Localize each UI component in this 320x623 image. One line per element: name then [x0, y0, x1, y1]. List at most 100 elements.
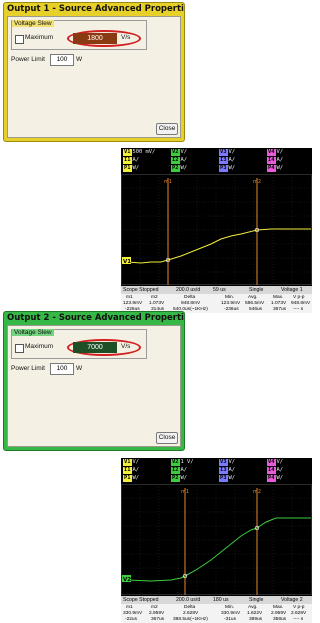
channel-scale: V/	[276, 459, 284, 465]
trace-channel-label: V1	[123, 259, 131, 265]
waveform-svg: m1 m2 V1	[121, 174, 312, 285]
channel-i1-setting[interactable]: I1 A/	[123, 157, 139, 164]
channel-tag: P3	[219, 165, 228, 172]
slew-rate-input[interactable]: 7000	[73, 342, 117, 353]
channel-tag: I3	[219, 467, 228, 474]
trace-channel-label: V2	[123, 577, 131, 583]
marker-2-label: m2	[253, 489, 261, 495]
channel-v2-setting[interactable]: V2 1 V/	[171, 459, 193, 466]
slew-unit: V/s	[121, 34, 131, 41]
channel-scale: W/	[276, 475, 284, 481]
channel-i4-setting[interactable]: I4 A/	[267, 157, 283, 164]
channel-p2-setting[interactable]: P2 W/	[171, 475, 187, 482]
channel-tag: I2	[171, 157, 180, 164]
timebase[interactable]: 200.0 us/d	[176, 286, 200, 294]
channel-tag: P2	[171, 165, 180, 172]
dialog-body: Voltage Slew Maximum 7000 V/s Power Limi…	[7, 325, 181, 447]
channel-scale: W/	[276, 165, 284, 171]
channel-tag: V2	[171, 149, 180, 156]
time-vpp: ---- s	[293, 307, 304, 312]
channel-i1-setting[interactable]: I1 A/	[123, 467, 139, 474]
power-limit-input[interactable]: 100	[50, 363, 74, 375]
trigger-mode[interactable]: Single	[249, 596, 263, 604]
channel-scale: V/	[180, 149, 188, 155]
channel-p4-setting[interactable]: P4 W/	[267, 165, 283, 172]
measurement-times: -22us 367us 388.5us(~1KHz) -31us 389us 3…	[121, 617, 312, 623]
channel-i2-setting[interactable]: I2 A/	[171, 157, 187, 164]
channel-v1-setting[interactable]: V1 V/	[123, 459, 139, 466]
waveform-plot: m1 m2 V2	[121, 484, 312, 595]
voltage-slew-label: Voltage Slew	[12, 329, 54, 336]
dialog-title: Output 2 - Source Advanced Properties	[7, 313, 185, 323]
channel-v4-setting[interactable]: V4 V/	[267, 459, 283, 466]
channel-p2-setting[interactable]: P2 W/	[171, 165, 187, 172]
channel-tag: V4	[267, 459, 276, 466]
channel-scale: V/	[132, 459, 140, 465]
channel-i4-setting[interactable]: I4 A/	[267, 467, 283, 474]
channel-p1-setting[interactable]: P1 W/	[123, 475, 139, 482]
trigger-mode[interactable]: Single	[249, 286, 263, 294]
channel-p3-setting[interactable]: P3 W/	[219, 165, 235, 172]
channel-i2-setting[interactable]: I2 A/	[171, 467, 187, 474]
channel-scale: V/	[276, 149, 284, 155]
channel-scale: W/	[228, 165, 236, 171]
marker-2-label: m2	[253, 179, 261, 185]
timebase[interactable]: 200.0 us/d	[176, 596, 200, 604]
channel-v2-setting[interactable]: V2 V/	[171, 149, 187, 156]
channel-scale: A/	[132, 157, 140, 163]
channel-tag: P1	[123, 475, 132, 482]
channel-p4-setting[interactable]: P4 W/	[267, 475, 283, 482]
close-button[interactable]: Close	[156, 432, 178, 444]
dialog-body: Voltage Slew Maximum 1800 V/s Power Limi…	[7, 16, 181, 138]
channel-i3-setting[interactable]: I3 A/	[219, 467, 235, 474]
channel-p1-setting[interactable]: P1 W/	[123, 165, 139, 172]
channel-p3-setting[interactable]: P3 W/	[219, 475, 235, 482]
time-m1: -22us	[125, 617, 137, 622]
channel-header: V1 V/V2 1 V/V3 V/V4 V/I1 A/I2 A/I3 A/I4 A/P1 W/P2…	[121, 458, 312, 483]
time-avg: 546us	[249, 307, 263, 312]
trigger-offset[interactable]: 180 us	[213, 596, 229, 604]
channel-tag: I1	[123, 467, 132, 474]
power-limit-unit: W	[76, 56, 83, 63]
channel-tag: V3	[219, 459, 228, 466]
channel-tag: I3	[219, 157, 228, 164]
close-button[interactable]: Close	[156, 123, 178, 135]
channel-v1-setting[interactable]: V1 500 mV/	[123, 149, 155, 156]
maximum-label: Maximum	[25, 34, 54, 41]
trigger-offset[interactable]: 59 us	[213, 286, 226, 294]
channel-v4-setting[interactable]: V4 V/	[267, 149, 283, 156]
channel-scale: W/	[132, 475, 140, 481]
status-bar: Scope Stopped 200.0 us/d 180 us Single V…	[121, 596, 312, 604]
voltage-slew-group: Voltage Slew Maximum 7000 V/s	[11, 329, 147, 359]
slew-rate-input[interactable]: 1800	[73, 33, 117, 44]
channel-scale: A/	[276, 157, 284, 163]
trigger-source[interactable]: Voltage 2	[281, 596, 303, 604]
maximum-checkbox[interactable]	[15, 344, 24, 353]
channel-scale: A/	[180, 157, 188, 163]
power-limit-input[interactable]: 100	[50, 54, 74, 66]
channel-tag: V1	[123, 459, 132, 466]
voltage-slew-label: Voltage Slew	[12, 20, 54, 27]
marker-1-label: m1	[181, 489, 189, 495]
channel-scale: 500 mV/	[132, 149, 156, 155]
dialog-title: Output 1 - Source Advanced Properties	[7, 4, 185, 14]
channel-scale: A/	[228, 157, 236, 163]
channel-v3-setting[interactable]: V3 V/	[219, 459, 235, 466]
measurement-panel: Scope Stopped 200.0 us/d 59 us Single Vo…	[121, 286, 312, 313]
channel-tag: I1	[123, 157, 132, 164]
voltage-slew-group: Voltage Slew Maximum 1800 V/s	[11, 20, 147, 50]
trigger-source[interactable]: Voltage 1	[281, 286, 303, 294]
channel-tag: P1	[123, 165, 132, 172]
time-max: 367us	[273, 307, 287, 312]
time-min: -31us	[224, 617, 236, 622]
time-max: 358us	[273, 617, 287, 622]
channel-i3-setting[interactable]: I3 A/	[219, 157, 235, 164]
maximum-checkbox[interactable]	[15, 35, 24, 44]
channel-scale: W/	[132, 165, 140, 171]
channel-scale: A/	[180, 467, 188, 473]
waveform-plot: m1 m2 V1	[121, 174, 312, 285]
channel-v3-setting[interactable]: V3 V/	[219, 149, 235, 156]
channel-tag: P4	[267, 165, 276, 172]
scope-display-1: V1 500 mV/V2 V/V3 V/V4 V/I1 A/I2 A/I3 A/I4 A/P1 W…	[121, 148, 312, 313]
channel-scale: W/	[180, 165, 188, 171]
